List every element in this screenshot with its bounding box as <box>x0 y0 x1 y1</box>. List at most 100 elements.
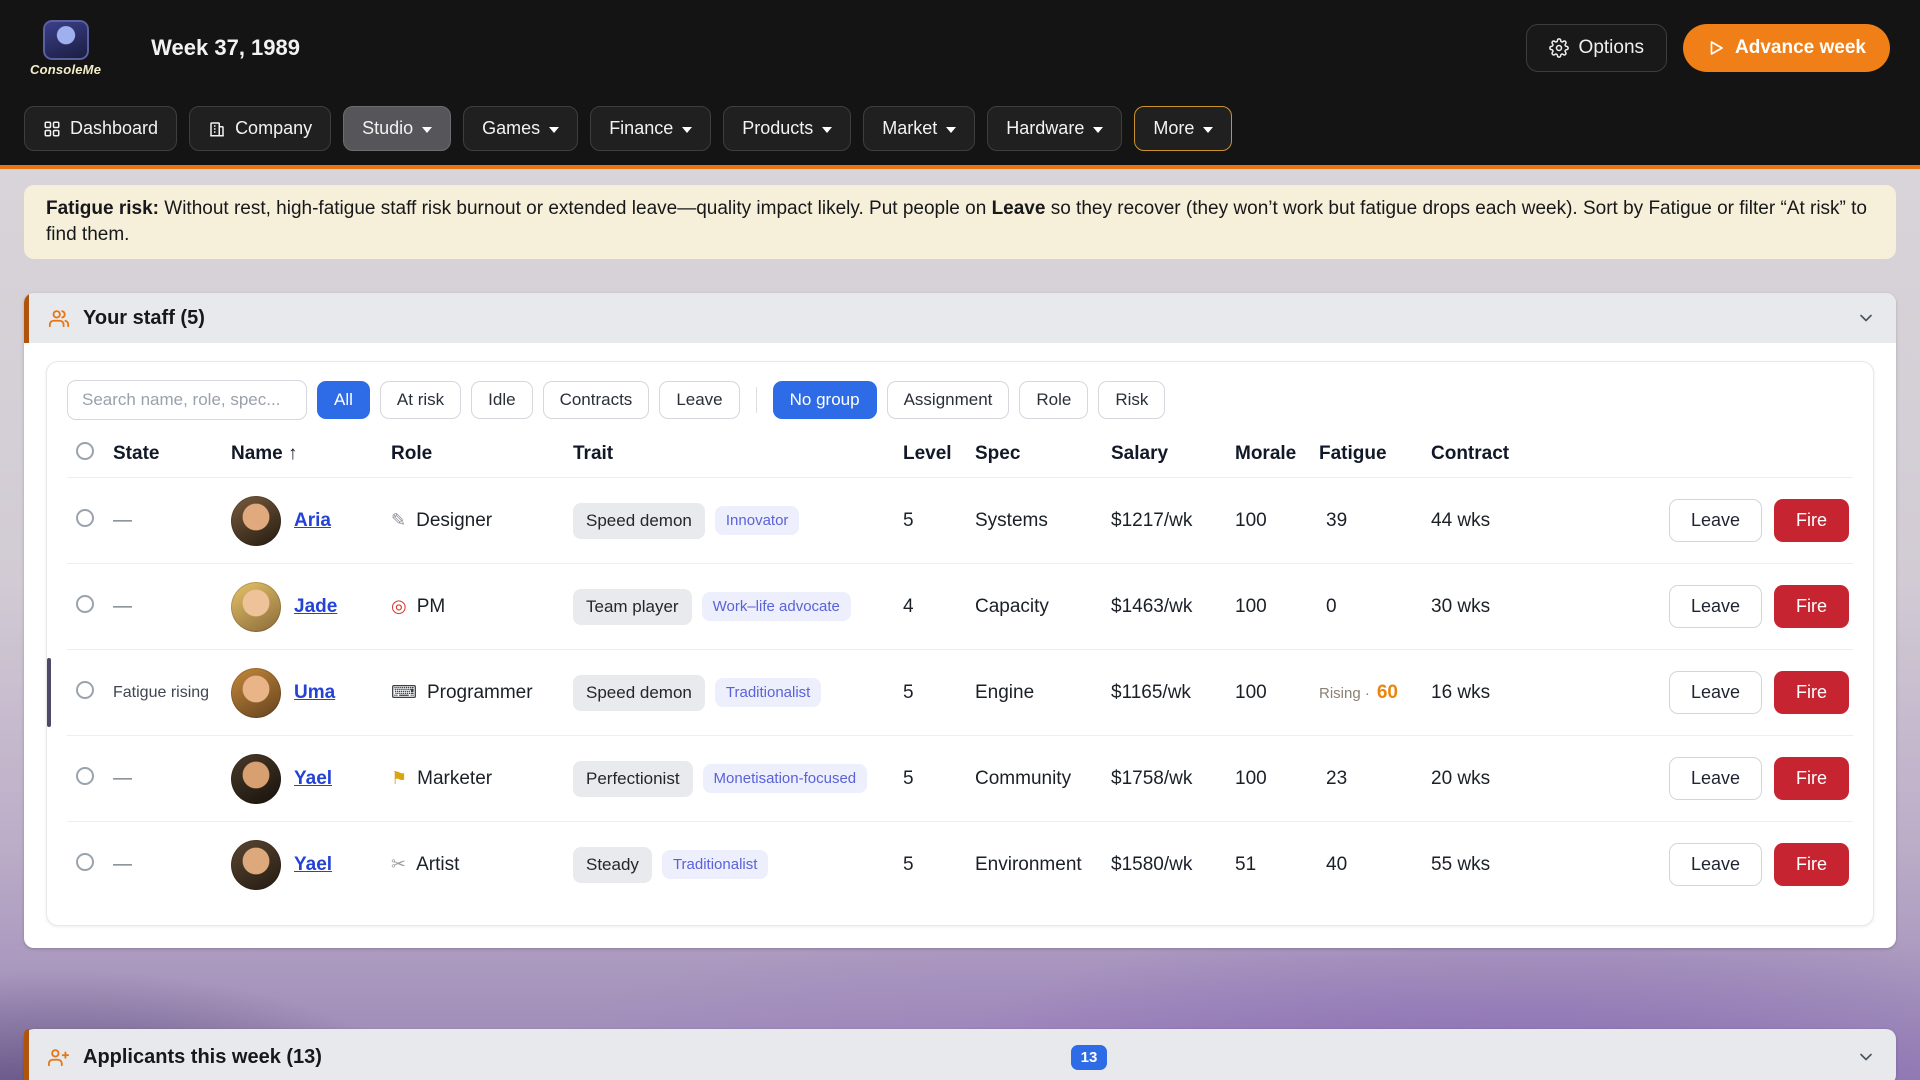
group-chip-risk[interactable]: Risk <box>1098 381 1165 419</box>
fatigue-value: 60 <box>1377 682 1398 704</box>
fatigue-cell: 40 <box>1319 854 1431 876</box>
avatar <box>231 668 281 718</box>
staff-card: All At risk Idle Contracts Leave No grou… <box>46 361 1874 926</box>
trait-badge: Perfectionist <box>573 761 693 797</box>
staff-section-header[interactable]: Your staff (5) <box>24 293 1896 343</box>
trait-secondary-badge: Innovator <box>715 506 800 535</box>
row-checkbox[interactable] <box>76 681 94 699</box>
staff-name-link[interactable]: Uma <box>294 682 335 704</box>
fire-button[interactable]: Fire <box>1774 499 1849 542</box>
state-cell: — <box>113 510 231 532</box>
staff-name-link[interactable]: Jade <box>294 596 337 618</box>
column-state[interactable]: State <box>113 443 231 465</box>
row-checkbox[interactable] <box>76 509 94 527</box>
column-contract[interactable]: Contract <box>1431 443 1559 465</box>
filter-chip-contracts[interactable]: Contracts <box>543 381 650 419</box>
level-cell: 5 <box>903 854 975 876</box>
nav-company[interactable]: Company <box>189 106 331 151</box>
person-plus-icon <box>48 1046 70 1068</box>
role-label: Designer <box>416 510 492 532</box>
filter-chip-leave[interactable]: Leave <box>659 381 739 419</box>
salary-cell: $1463/wk <box>1111 596 1235 618</box>
column-spec[interactable]: Spec <box>975 443 1111 465</box>
spec-cell: Environment <box>975 854 1111 876</box>
fire-button[interactable]: Fire <box>1774 671 1849 714</box>
filter-chip-at-risk[interactable]: At risk <box>380 381 461 419</box>
fatigue-risk-banner: Fatigue risk: Without rest, high-fatigue… <box>24 185 1896 259</box>
salary-cell: $1217/wk <box>1111 510 1235 532</box>
group-chip-assignment[interactable]: Assignment <box>887 381 1010 419</box>
staff-section-title: Your staff (5) <box>83 307 205 330</box>
nav-dashboard[interactable]: Dashboard <box>24 106 177 151</box>
morale-cell: 100 <box>1235 682 1319 704</box>
nav-games[interactable]: Games <box>463 106 578 151</box>
search-input[interactable] <box>67 380 307 420</box>
pencil-role-icon: ✎ <box>391 510 406 531</box>
spec-cell: Capacity <box>975 596 1111 618</box>
caret-down-icon <box>1203 127 1213 133</box>
spec-cell: Community <box>975 768 1111 790</box>
row-checkbox[interactable] <box>76 853 94 871</box>
name-cell: Yael <box>231 840 391 890</box>
column-role[interactable]: Role <box>391 443 573 465</box>
row-checkbox[interactable] <box>76 767 94 785</box>
options-button[interactable]: Options <box>1526 24 1667 72</box>
applicants-section-header[interactable]: Applicants this week (13) 13 <box>24 1029 1896 1080</box>
row-actions: Leave Fire <box>1559 843 1853 886</box>
caret-down-icon <box>422 127 432 133</box>
name-cell: Jade <box>231 582 391 632</box>
select-all-checkbox[interactable] <box>76 442 94 460</box>
fire-button[interactable]: Fire <box>1774 843 1849 886</box>
filter-chip-idle[interactable]: Idle <box>471 381 532 419</box>
banner-text-a: Without rest, high-fatigue staff risk bu… <box>159 198 992 219</box>
leave-button[interactable]: Leave <box>1669 757 1762 800</box>
nav-products[interactable]: Products <box>723 106 851 151</box>
caret-down-icon <box>822 127 832 133</box>
name-cell: Aria <box>231 496 391 546</box>
group-chip-role[interactable]: Role <box>1019 381 1088 419</box>
advance-week-button[interactable]: Advance week <box>1683 24 1890 72</box>
role-label: Artist <box>416 854 459 876</box>
page: ConsoleMe Week 37, 1989 Options Advance … <box>0 0 1920 1080</box>
filter-chip-all[interactable]: All <box>317 381 370 419</box>
staff-name-link[interactable]: Aria <box>294 510 331 532</box>
column-morale[interactable]: Morale <box>1235 443 1319 465</box>
nav-more[interactable]: More <box>1134 106 1232 151</box>
chevron-down-icon[interactable] <box>1856 308 1876 328</box>
leave-button[interactable]: Leave <box>1669 585 1762 628</box>
level-cell: 4 <box>903 596 975 618</box>
nav-label: More <box>1153 118 1194 139</box>
row-checkbox[interactable] <box>76 595 94 613</box>
trait-cell: Team player Work–life advocate <box>573 589 903 625</box>
table-row: — Yael ⚑ Marketer Perfectionist <box>67 735 1853 821</box>
column-fatigue[interactable]: Fatigue <box>1319 443 1431 465</box>
scissors-role-icon: ✂ <box>391 854 406 875</box>
column-level[interactable]: Level <box>903 443 975 465</box>
fire-button[interactable]: Fire <box>1774 585 1849 628</box>
chevron-down-icon[interactable] <box>1856 1047 1876 1067</box>
fatigue-value: 23 <box>1326 768 1347 790</box>
group-chip-no-group[interactable]: No group <box>773 381 877 419</box>
staff-name-link[interactable]: Yael <box>294 854 332 876</box>
logo-text: ConsoleMe <box>30 62 101 77</box>
leave-button[interactable]: Leave <box>1669 499 1762 542</box>
column-name[interactable]: Name ↑ <box>231 443 391 465</box>
column-trait[interactable]: Trait <box>573 443 903 465</box>
nav-finance[interactable]: Finance <box>590 106 711 151</box>
staff-name-link[interactable]: Yael <box>294 768 332 790</box>
table-row: — Aria ✎ Designer Speed demon <box>67 477 1853 563</box>
nav-market[interactable]: Market <box>863 106 975 151</box>
caret-down-icon <box>1093 127 1103 133</box>
nav-label: Studio <box>362 118 413 139</box>
nav-hardware[interactable]: Hardware <box>987 106 1122 151</box>
caret-down-icon <box>682 127 692 133</box>
column-name-label: Name <box>231 443 283 464</box>
nav-studio[interactable]: Studio <box>343 106 451 151</box>
avatar <box>231 754 281 804</box>
leave-button[interactable]: Leave <box>1669 671 1762 714</box>
trait-badge: Steady <box>573 847 652 883</box>
fire-button[interactable]: Fire <box>1774 757 1849 800</box>
column-salary[interactable]: Salary <box>1111 443 1235 465</box>
role-cell: ✂ Artist <box>391 854 573 876</box>
leave-button[interactable]: Leave <box>1669 843 1762 886</box>
